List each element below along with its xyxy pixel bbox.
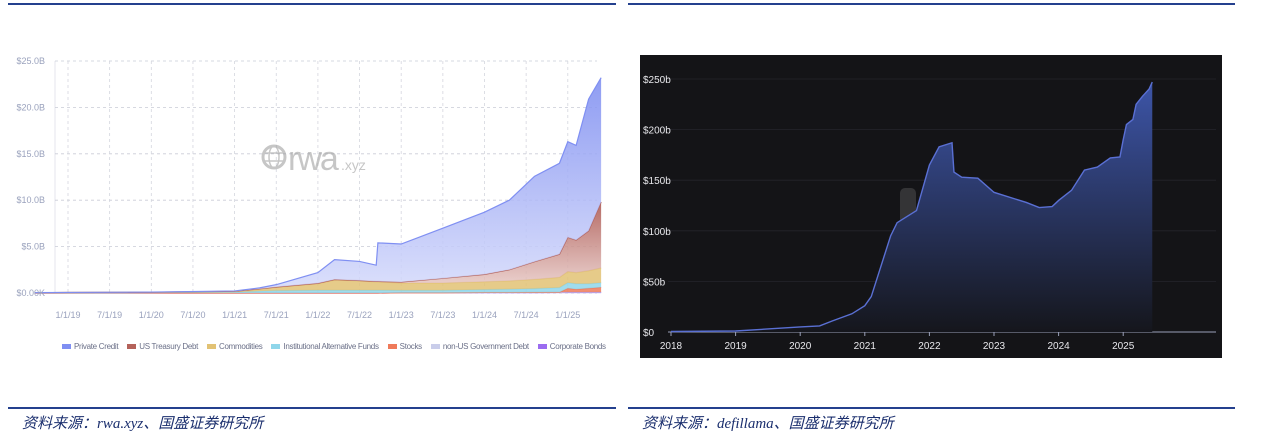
y-tick-label: $250b [643, 75, 671, 86]
x-tick-label: 2018 [660, 341, 683, 352]
x-tick-label: 2025 [1112, 341, 1135, 352]
x-tick-label: 2022 [918, 341, 941, 352]
x-tick-label: 2024 [1047, 341, 1070, 352]
y-tick-label: $0 [643, 328, 655, 339]
x-tick-label: 2021 [854, 341, 877, 352]
defillama-area-chart: DefiLlama $0$50b$100b$150b$200b$250b2018… [640, 55, 1222, 358]
x-tick-label: 2023 [983, 341, 1006, 352]
x-tick-label: 2020 [789, 341, 812, 352]
y-tick-label: $150b [643, 176, 671, 187]
y-tick-label: $50b [643, 277, 666, 288]
y-tick-label: $200b [643, 126, 671, 137]
y-tick-label: $100b [643, 227, 671, 238]
x-tick-label: 2019 [724, 341, 747, 352]
